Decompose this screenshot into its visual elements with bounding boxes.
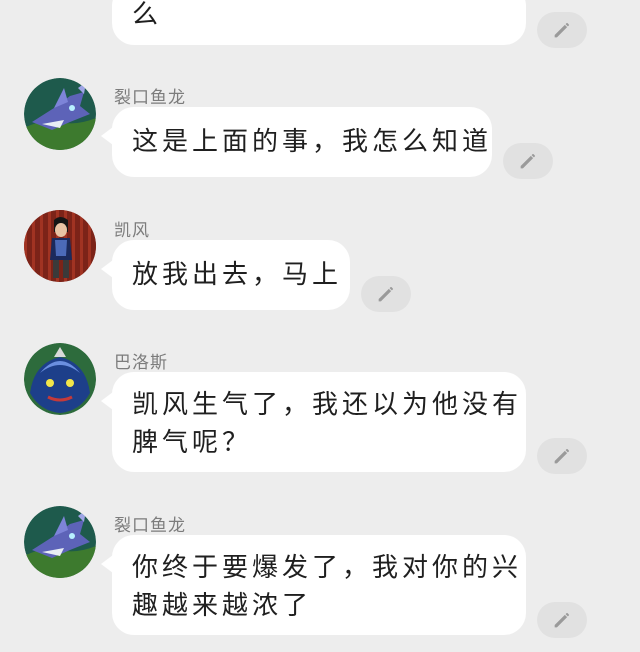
avatar[interactable] <box>24 506 96 578</box>
message-text-line-1: 凯风生气了，我还以为他没有 <box>132 390 523 420</box>
pencil-icon <box>554 613 569 628</box>
edit-button[interactable] <box>537 602 587 638</box>
chat-view: 么 裂口鱼龙 这是上面的事，我怎么知道 凯风 放我出去，马上 巴洛斯 凯风生气了… <box>0 0 640 652</box>
message-text-line-1: 你终于要爆发了，我对你的兴 <box>132 553 523 583</box>
avatar[interactable] <box>24 210 96 282</box>
bubble-tail <box>101 555 113 573</box>
bubble-tail <box>101 127 113 145</box>
message-text: 放我出去，马上 <box>132 260 343 290</box>
message-text-line-2: 脾气呢？ <box>132 428 253 458</box>
sender-name: 裂口鱼龙 <box>114 88 186 108</box>
message-bubble[interactable]: 你终于要爆发了，我对你的兴 趣越来越浓了 <box>101 535 526 635</box>
message-text-line-2: 趣越来越浓了 <box>132 591 313 621</box>
bubble-tail <box>101 260 113 278</box>
message-text: 这是上面的事，我怎么知道 <box>132 127 493 157</box>
avatar[interactable] <box>24 78 96 150</box>
message-text: 么 <box>132 0 163 30</box>
edit-button[interactable] <box>503 143 553 179</box>
pencil-icon <box>554 449 569 464</box>
edit-button[interactable] <box>361 276 411 312</box>
pencil-icon <box>520 154 535 169</box>
message-bubble[interactable]: 凯风生气了，我还以为他没有 脾气呢？ <box>101 372 526 472</box>
message-bubble[interactable]: 放我出去，马上 <box>101 240 350 310</box>
edit-button[interactable] <box>537 12 587 48</box>
message-bubble[interactable]: 这是上面的事，我怎么知道 <box>101 107 493 177</box>
avatar[interactable] <box>24 343 96 415</box>
edit-button[interactable] <box>537 438 587 474</box>
message-bubble[interactable]: 么 <box>112 0 526 45</box>
sender-name: 裂口鱼龙 <box>114 516 186 536</box>
pencil-icon <box>554 23 569 38</box>
pencil-icon <box>378 287 393 302</box>
sender-name: 凯风 <box>114 221 150 241</box>
bubble-tail <box>101 392 113 410</box>
sender-name: 巴洛斯 <box>114 353 168 373</box>
